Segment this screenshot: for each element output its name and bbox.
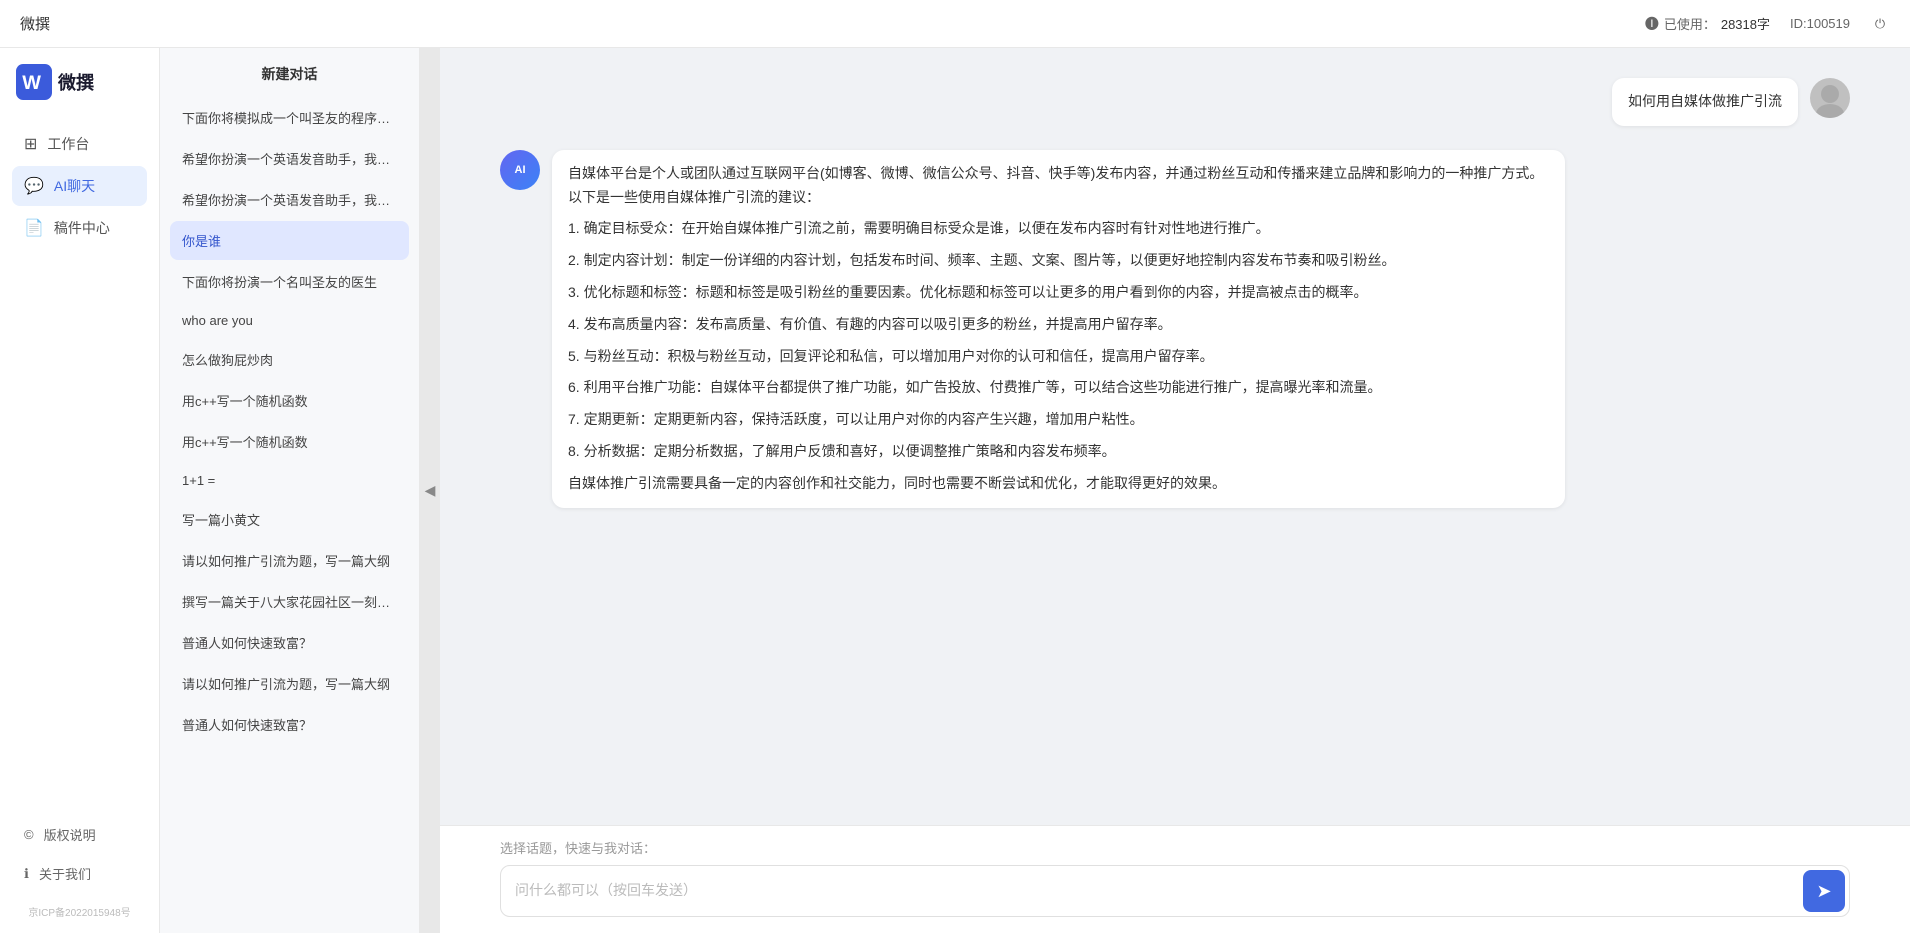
history-item-h7[interactable]: 怎么做狗屁炒肉	[170, 340, 409, 379]
user-avatar	[1810, 78, 1850, 118]
history-item-h9[interactable]: 用c++写一个随机函数	[170, 422, 409, 461]
ai-message-row: AI 自媒体平台是个人或团队通过互联网平台(如博客、微博、微信公众号、抖音、快手…	[500, 150, 1850, 508]
user-message-bubble: 如何用自媒体做推广引流	[1612, 78, 1798, 126]
history-item-h5[interactable]: 下面你将扮演一个名叫圣友的医生	[170, 262, 409, 301]
chat-input[interactable]	[501, 868, 1799, 916]
sidebar-item-ai-chat[interactable]: 💬 AI聊天	[12, 166, 147, 206]
ai-message-bubble: 自媒体平台是个人或团队通过互联网平台(如博客、微博、微信公众号、抖音、快手等)发…	[552, 150, 1565, 508]
about-icon: ℹ	[24, 866, 29, 882]
chat-history-panel: 新建对话 下面你将模拟成一个叫圣友的程序员，我说... 希望你扮演一个英语发音助…	[160, 48, 420, 933]
topbar: 微撰 🅘 已使用： 28318字 ID:100519 ⏻	[0, 0, 1910, 48]
history-item-h15[interactable]: 请以如何推广引流为题，写一篇大纲	[170, 664, 409, 703]
user-message-row: 如何用自媒体做推广引流	[500, 78, 1850, 126]
ai-para-8: 8. 分析数据：定期分析数据，了解用户反馈和喜好，以便调整推广策略和内容发布频率…	[568, 440, 1549, 464]
ai-para-9: 自媒体推广引流需要具备一定的内容创作和社交能力，同时也需要不断尝试和优化，才能取…	[568, 472, 1549, 496]
chat-input-wrapper: ➤	[500, 865, 1850, 917]
send-icon: ➤	[1816, 881, 1831, 902]
history-item-h12[interactable]: 请以如何推广引流为题，写一篇大纲	[170, 541, 409, 580]
topbar-usage: 🅘 已使用： 28318字	[1645, 14, 1770, 34]
history-item-h6[interactable]: who are you	[170, 303, 409, 338]
topbar-title: 微撰	[20, 13, 50, 34]
logo-icon: W	[16, 64, 52, 100]
svg-text:W: W	[22, 72, 41, 94]
new-chat-button[interactable]: 新建对话	[160, 48, 419, 94]
ai-para-6: 6. 利用平台推广功能：自媒体平台都提供了推广功能，如广告投放、付费推广等，可以…	[568, 376, 1549, 400]
workbench-label: 工作台	[47, 134, 89, 154]
sidebar-item-copyright[interactable]: © 版权说明	[12, 816, 147, 853]
ai-para-5: 5. 与粉丝互动：积极与粉丝互动，回复评论和私信，可以增加用户对你的认可和信任，…	[568, 345, 1549, 369]
usage-icon: 🅘	[1645, 14, 1659, 34]
ai-chat-label: AI聊天	[54, 176, 95, 196]
workbench-icon: ⊞	[24, 134, 37, 154]
sidebar-item-drafts[interactable]: 📄 稿件中心	[12, 208, 147, 248]
send-button[interactable]: ➤	[1803, 870, 1845, 912]
drafts-label: 稿件中心	[54, 218, 110, 238]
history-item-h16[interactable]: 普通人如何快速致富？	[170, 705, 409, 744]
history-item-h4[interactable]: 你是谁	[170, 221, 409, 260]
usage-label: 已使用：	[1664, 14, 1716, 33]
ai-para-1: 1. 确定目标受众：在开始自媒体推广引流之前，需要明确目标受众是谁，以便在发布内…	[568, 217, 1549, 241]
ai-para-0: 自媒体平台是个人或团队通过互联网平台(如博客、微博、微信公众号、抖音、快手等)发…	[568, 162, 1549, 210]
sidebar-icp: 京ICP备2022015948号	[0, 900, 159, 923]
drafts-icon: 📄	[24, 218, 44, 238]
ai-avatar-label: AI	[515, 164, 526, 176]
topbar-right: 🅘 已使用： 28318字 ID:100519 ⏻	[1645, 14, 1890, 34]
history-item-h14[interactable]: 普通人如何快速致富？	[170, 623, 409, 662]
sidebar-bottom: © 版权说明 ℹ 关于我们	[0, 808, 159, 900]
ai-para-2: 2. 制定内容计划：制定一份详细的内容计划，包括发布时间、频率、主题、文案、图片…	[568, 249, 1549, 273]
ai-para-3: 3. 优化标题和标签：标题和标签是吸引粉丝的重要因素。优化标题和标签可以让更多的…	[568, 281, 1549, 305]
sidebar-item-workbench[interactable]: ⊞ 工作台	[12, 124, 147, 164]
ai-para-7: 7. 定期更新：定期更新内容，保持活跃度，可以让用户对你的内容产生兴趣，增加用户…	[568, 408, 1549, 432]
collapse-panel-button[interactable]: ◀	[420, 48, 440, 933]
chevron-left-icon: ◀	[425, 482, 436, 499]
chat-messages: 如何用自媒体做推广引流 AI 自媒体平台是个人或团队通过互联网平台(如博客、微博…	[440, 48, 1910, 825]
history-item-h8[interactable]: 用c++写一个随机函数	[170, 381, 409, 420]
history-item-h10[interactable]: 1+1 =	[170, 463, 409, 498]
ai-para-4: 4. 发布高质量内容：发布高质量、有价值、有趣的内容可以吸引更多的粉丝，并提高用…	[568, 313, 1549, 337]
copyright-icon: ©	[24, 827, 34, 842]
history-item-h13[interactable]: 撰写一篇关于八大家花园社区一刻钟便民生...	[170, 582, 409, 621]
sidebar-logo: W 微撰	[0, 48, 159, 116]
history-item-h11[interactable]: 写一篇小黄文	[170, 500, 409, 539]
history-item-h1[interactable]: 下面你将模拟成一个叫圣友的程序员，我说...	[170, 98, 409, 137]
copyright-label: 版权说明	[44, 825, 96, 844]
ai-avatar: AI	[500, 150, 540, 190]
chat-history-list: 下面你将模拟成一个叫圣友的程序员，我说... 希望你扮演一个英语发音助手，我提供…	[160, 94, 419, 933]
topbar-id: ID:100519	[1790, 16, 1850, 31]
sidebar-item-about[interactable]: ℹ 关于我们	[12, 855, 147, 892]
sidebar-nav: ⊞ 工作台 💬 AI聊天 📄 稿件中心	[0, 116, 159, 256]
ai-chat-icon: 💬	[24, 176, 44, 196]
chat-input-area: 选择话题，快速与我对话： ➤	[440, 825, 1910, 933]
history-item-h2[interactable]: 希望你扮演一个英语发音助手，我提供给你...	[170, 139, 409, 178]
user-message-text: 如何用自媒体做推广引流	[1628, 93, 1782, 109]
logo-text: 微撰	[58, 69, 94, 95]
sidebar: W 微撰 ⊞ 工作台 💬 AI聊天 📄 稿件中心 © 版权说明	[0, 48, 160, 933]
power-button[interactable]: ⏻	[1870, 14, 1890, 34]
quick-label: 选择话题，快速与我对话：	[500, 838, 1850, 857]
chat-main: 如何用自媒体做推广引流 AI 自媒体平台是个人或团队通过互联网平台(如博客、微博…	[440, 48, 1910, 933]
history-item-h3[interactable]: 希望你扮演一个英语发音助手，我提供给你...	[170, 180, 409, 219]
about-label: 关于我们	[39, 864, 91, 883]
usage-value: 28318字	[1721, 14, 1770, 33]
